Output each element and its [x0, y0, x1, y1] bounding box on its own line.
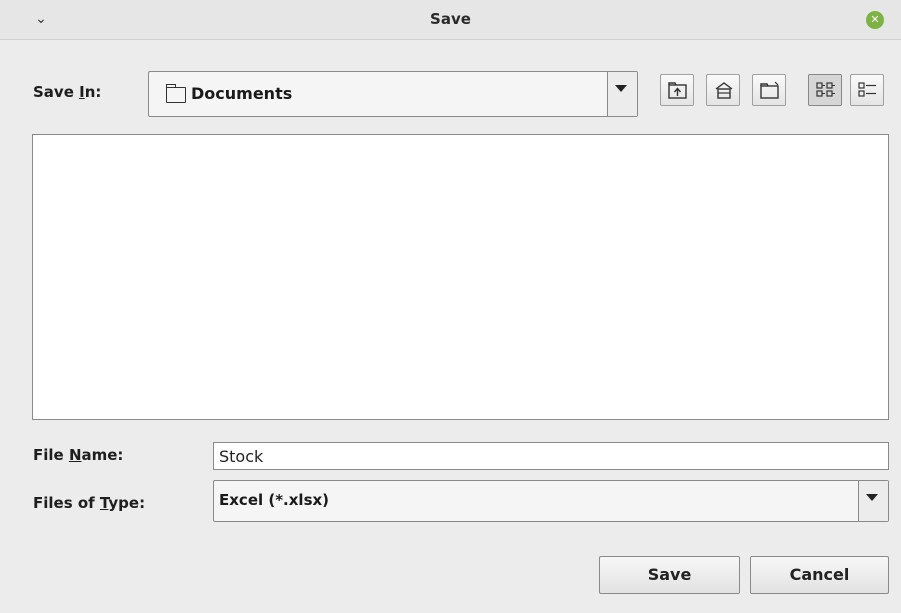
- close-icon[interactable]: ✕: [866, 11, 884, 29]
- folder-up-icon: [668, 82, 687, 99]
- cancel-button[interactable]: Cancel: [750, 556, 889, 594]
- list-view-button[interactable]: [808, 74, 842, 106]
- chevron-down-icon[interactable]: [607, 72, 637, 116]
- folder-icon: [166, 84, 186, 103]
- window-title: Save: [430, 10, 471, 28]
- file-list[interactable]: [32, 134, 889, 420]
- save-in-label: Save In:: [33, 83, 102, 101]
- details-view-icon: [858, 82, 876, 97]
- chevron-down-icon[interactable]: [858, 481, 888, 521]
- save-in-combo[interactable]: Documents: [148, 71, 638, 117]
- up-one-level-button[interactable]: [660, 74, 694, 106]
- save-button[interactable]: Save: [599, 556, 740, 594]
- home-icon: [715, 82, 733, 99]
- file-name-label: File Name:: [33, 446, 124, 464]
- save-in-folder: Documents: [191, 84, 293, 103]
- list-view-icon: [816, 82, 835, 97]
- new-folder-button[interactable]: [752, 74, 786, 106]
- files-of-type-label: Files of Type:: [33, 494, 146, 512]
- files-of-type-combo[interactable]: Excel (*.xlsx): [213, 480, 889, 522]
- file-name-input[interactable]: [213, 442, 889, 470]
- home-button[interactable]: [706, 74, 740, 106]
- new-folder-icon: [760, 81, 779, 99]
- title-bar: ⌄ Save ✕: [0, 0, 901, 40]
- details-view-button[interactable]: [850, 74, 884, 106]
- files-of-type-selected: Excel (*.xlsx): [219, 491, 330, 509]
